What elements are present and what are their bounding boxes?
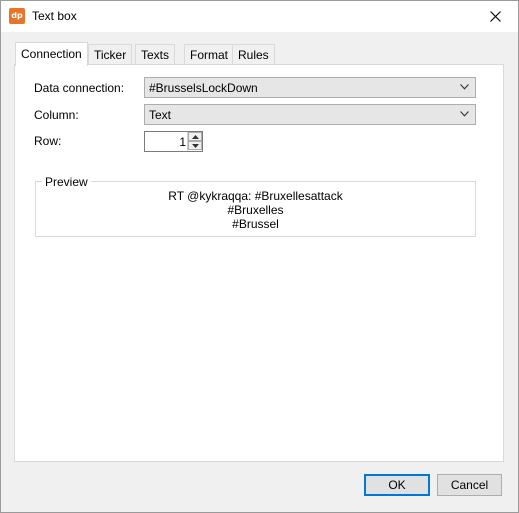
column-label: Column: — [34, 108, 79, 122]
preview-legend: Preview — [42, 175, 91, 189]
column-value: Text — [149, 108, 172, 122]
spin-down-icon — [192, 144, 199, 148]
data-connection-label: Data connection: — [34, 81, 125, 95]
preview-line: #Bruxelles — [227, 203, 284, 217]
row-stepper-buttons — [187, 132, 202, 151]
preview-line: RT @kykraqqa: #Bruxellesattack — [168, 189, 343, 203]
chevron-down-icon — [460, 111, 469, 117]
preview-line: #Brussel — [232, 217, 279, 231]
row-value[interactable]: 1 — [179, 135, 186, 149]
data-connection-dropdown[interactable]: #BrusselsLockDown — [144, 77, 476, 98]
spin-down-button[interactable] — [188, 141, 202, 150]
ok-button[interactable]: OK — [364, 474, 430, 496]
data-connection-value: #BrusselsLockDown — [149, 81, 258, 95]
column-dropdown[interactable]: Text — [144, 104, 476, 125]
spin-up-button[interactable] — [188, 132, 202, 141]
spin-up-icon — [192, 135, 199, 139]
preview-group: Preview RT @kykraqqa: #Bruxellesattack #… — [35, 175, 476, 237]
row-stepper[interactable]: 1 — [144, 131, 203, 152]
row-label: Row: — [34, 134, 62, 148]
preview-text: RT @kykraqqa: #Bruxellesattack #Bruxelle… — [36, 189, 475, 231]
cancel-button[interactable]: Cancel — [437, 474, 502, 496]
chevron-down-icon — [460, 84, 469, 90]
